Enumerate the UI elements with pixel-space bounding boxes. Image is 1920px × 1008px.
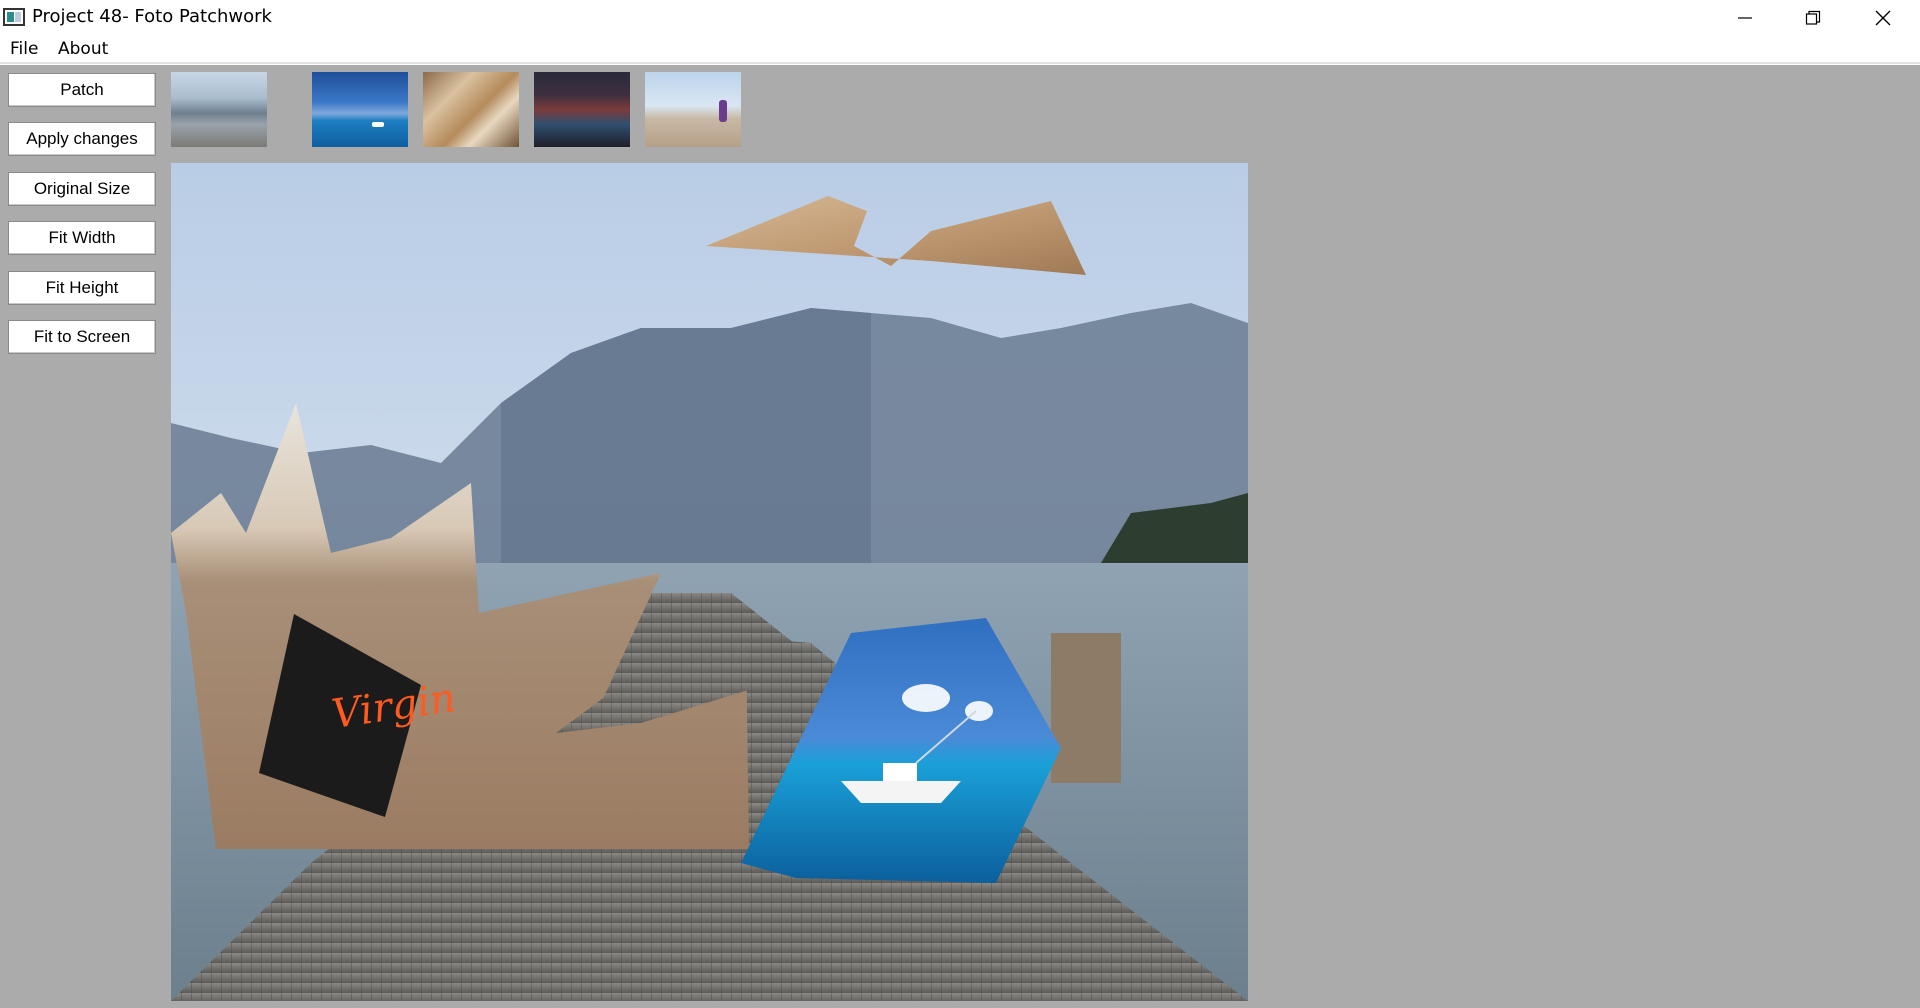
app-icon xyxy=(3,8,25,26)
thumbnail-wooden-crates[interactable] xyxy=(423,72,519,147)
thumbnail-lake-pier[interactable] xyxy=(171,72,267,147)
patchwork-canvas[interactable]: Virgin xyxy=(171,163,1248,1001)
restore-icon xyxy=(1805,10,1821,25)
fit-to-screen-button[interactable]: Fit to Screen xyxy=(8,320,156,354)
restore-button[interactable] xyxy=(1778,0,1848,36)
close-icon xyxy=(1875,10,1891,26)
patchwork-image: Virgin xyxy=(171,163,1248,1001)
minimize-icon xyxy=(1738,17,1752,19)
fit-height-button[interactable]: Fit Height xyxy=(8,271,156,305)
sidebar: Patch Apply changes Original Size Fit Wi… xyxy=(0,65,168,1008)
fit-width-button[interactable]: Fit Width xyxy=(8,221,156,255)
apply-changes-button[interactable]: Apply changes xyxy=(8,122,156,156)
close-button[interactable] xyxy=(1848,0,1918,36)
thumbnail-beach-walker[interactable] xyxy=(645,72,741,147)
window-title: Project 48- Foto Patchwork xyxy=(32,6,272,27)
title-bar: Project 48- Foto Patchwork xyxy=(0,0,1920,36)
menu-about[interactable]: About xyxy=(58,39,108,59)
menu-file[interactable]: File xyxy=(10,39,38,59)
minimize-button[interactable] xyxy=(1710,0,1780,36)
thumbnail-city-night[interactable] xyxy=(534,72,630,147)
thumbnail-sea-boat[interactable] xyxy=(312,72,408,147)
patch-button[interactable]: Patch xyxy=(8,73,156,107)
menu-bar: File About xyxy=(0,36,1920,64)
original-size-button[interactable]: Original Size xyxy=(8,172,156,206)
client-area: Patch Apply changes Original Size Fit Wi… xyxy=(0,65,1920,1008)
